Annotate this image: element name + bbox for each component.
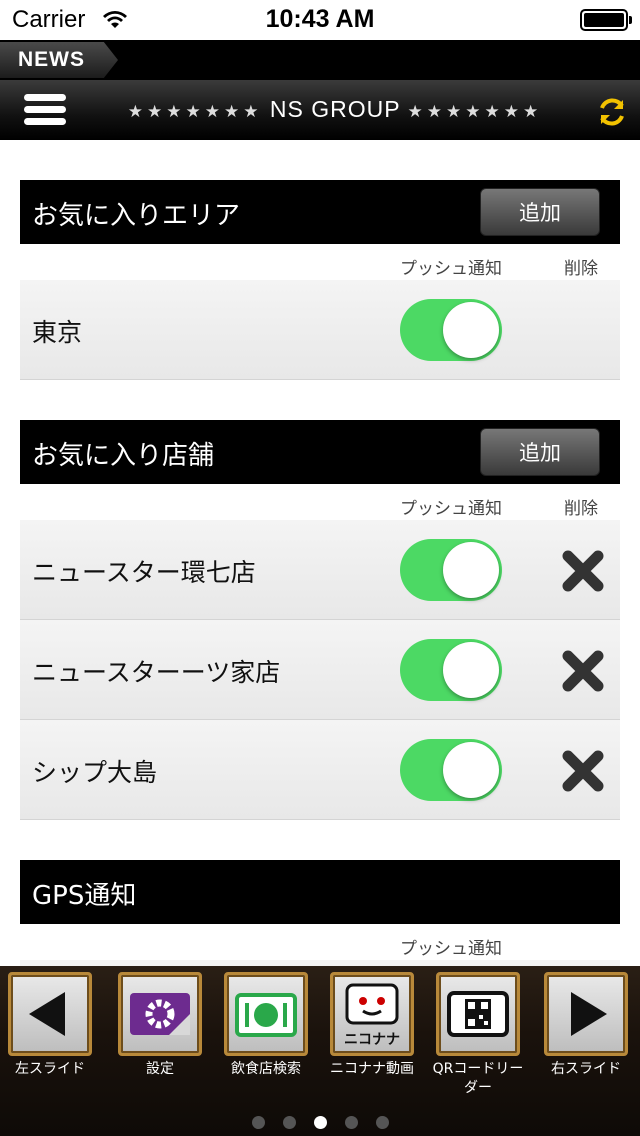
push-toggle[interactable]: [400, 639, 502, 701]
list-item: ニュースター環七店: [20, 520, 620, 620]
push-toggle[interactable]: [400, 739, 502, 801]
page-dot[interactable]: [375, 1116, 389, 1129]
tool-label: 飲食店検索: [231, 1061, 301, 1077]
page-dot-active[interactable]: [313, 1116, 327, 1129]
tool-label: ニコナナ動画: [330, 1061, 414, 1077]
refresh-icon[interactable]: [596, 96, 628, 128]
delete-x-icon[interactable]: [560, 648, 606, 694]
add-area-button[interactable]: 追加: [480, 188, 600, 236]
restaurant-search-button[interactable]: 飲食店検索: [218, 972, 314, 1079]
brand-title: ★★★★★★★ NS GROUP ★★★★★★★: [90, 96, 580, 123]
clock: 10:43 AM: [265, 5, 375, 33]
tool-label: 左スライド: [15, 1061, 85, 1077]
add-store-button[interactable]: 追加: [480, 428, 600, 476]
gear-icon: [118, 972, 202, 1056]
push-toggle[interactable]: [400, 299, 502, 361]
brand-text: NS GROUP: [269, 96, 401, 122]
stars-left: ★★★★★★★: [127, 102, 263, 121]
list-item: シップ大島: [20, 720, 620, 820]
section-title: お気に入り店舗: [32, 441, 215, 471]
section-header-favorite-area: お気に入りエリア 追加: [20, 180, 620, 244]
page-dot[interactable]: [282, 1116, 296, 1129]
bottom-toolbar: 左スライド 設定 飲食店検索 ニコナナ ニコナナ動画 QRコードリーダー 右スラ…: [0, 966, 640, 1136]
column-delete-label: 削除: [564, 499, 598, 519]
item-name: 東京: [32, 318, 83, 347]
page-dot[interactable]: [251, 1116, 265, 1129]
delete-x-icon[interactable]: [560, 748, 606, 794]
column-push-label: プッシュ通知: [400, 939, 502, 959]
news-tab[interactable]: NEWS: [0, 42, 118, 78]
section-title: GPS通知: [32, 881, 137, 911]
page-dot[interactable]: [344, 1116, 358, 1129]
tool-label: 設定: [146, 1061, 174, 1077]
qr-code-icon: [436, 972, 520, 1056]
stars-right: ★★★★★★★: [407, 102, 543, 121]
delete-x-icon[interactable]: [560, 548, 606, 594]
item-name: シップ大島: [32, 758, 158, 787]
battery-icon: [580, 9, 632, 31]
tool-label: 右スライド: [551, 1061, 621, 1077]
right-slide-button[interactable]: 右スライド: [538, 972, 634, 1079]
nikonana-video-button[interactable]: ニコナナ ニコナナ動画: [324, 972, 420, 1079]
item-name: ニュースターーツ家店: [32, 658, 281, 687]
right-arrow-icon: [544, 972, 628, 1056]
app-header: ★★★★★★★ NS GROUP ★★★★★★★: [0, 80, 640, 140]
list-item: 東京: [20, 280, 620, 380]
nikonana-logo-text: ニコナナ: [344, 1032, 400, 1048]
section-title: お気に入りエリア: [32, 201, 241, 231]
left-slide-button[interactable]: 左スライド: [2, 972, 98, 1079]
status-bar: Carrier 10:43 AM: [0, 0, 640, 40]
column-delete-label: 削除: [564, 259, 598, 279]
push-toggle[interactable]: [400, 539, 502, 601]
item-name: ニュースター環七店: [32, 558, 256, 587]
nikonana-tv-icon: ニコナナ: [330, 972, 414, 1056]
hamburger-icon[interactable]: [24, 94, 66, 126]
column-push-label: プッシュ通知: [400, 259, 502, 279]
page-indicator: [0, 1114, 640, 1133]
left-arrow-icon: [8, 972, 92, 1056]
qr-reader-button[interactable]: QRコードリーダー: [430, 972, 526, 1098]
section-header-gps: GPS通知: [20, 860, 620, 924]
settings-content[interactable]: お気に入りエリア 追加 プッシュ通知 削除 東京 お気に入り店舗 追加 プッシュ…: [0, 140, 640, 966]
tool-label: QRコードリーダー: [432, 1061, 524, 1096]
restaurant-icon: [224, 972, 308, 1056]
column-push-label: プッシュ通知: [400, 499, 502, 519]
section-header-favorite-store: お気に入り店舗 追加: [20, 420, 620, 484]
list-item: ニュースターーツ家店: [20, 620, 620, 720]
settings-button[interactable]: 設定: [112, 972, 208, 1079]
